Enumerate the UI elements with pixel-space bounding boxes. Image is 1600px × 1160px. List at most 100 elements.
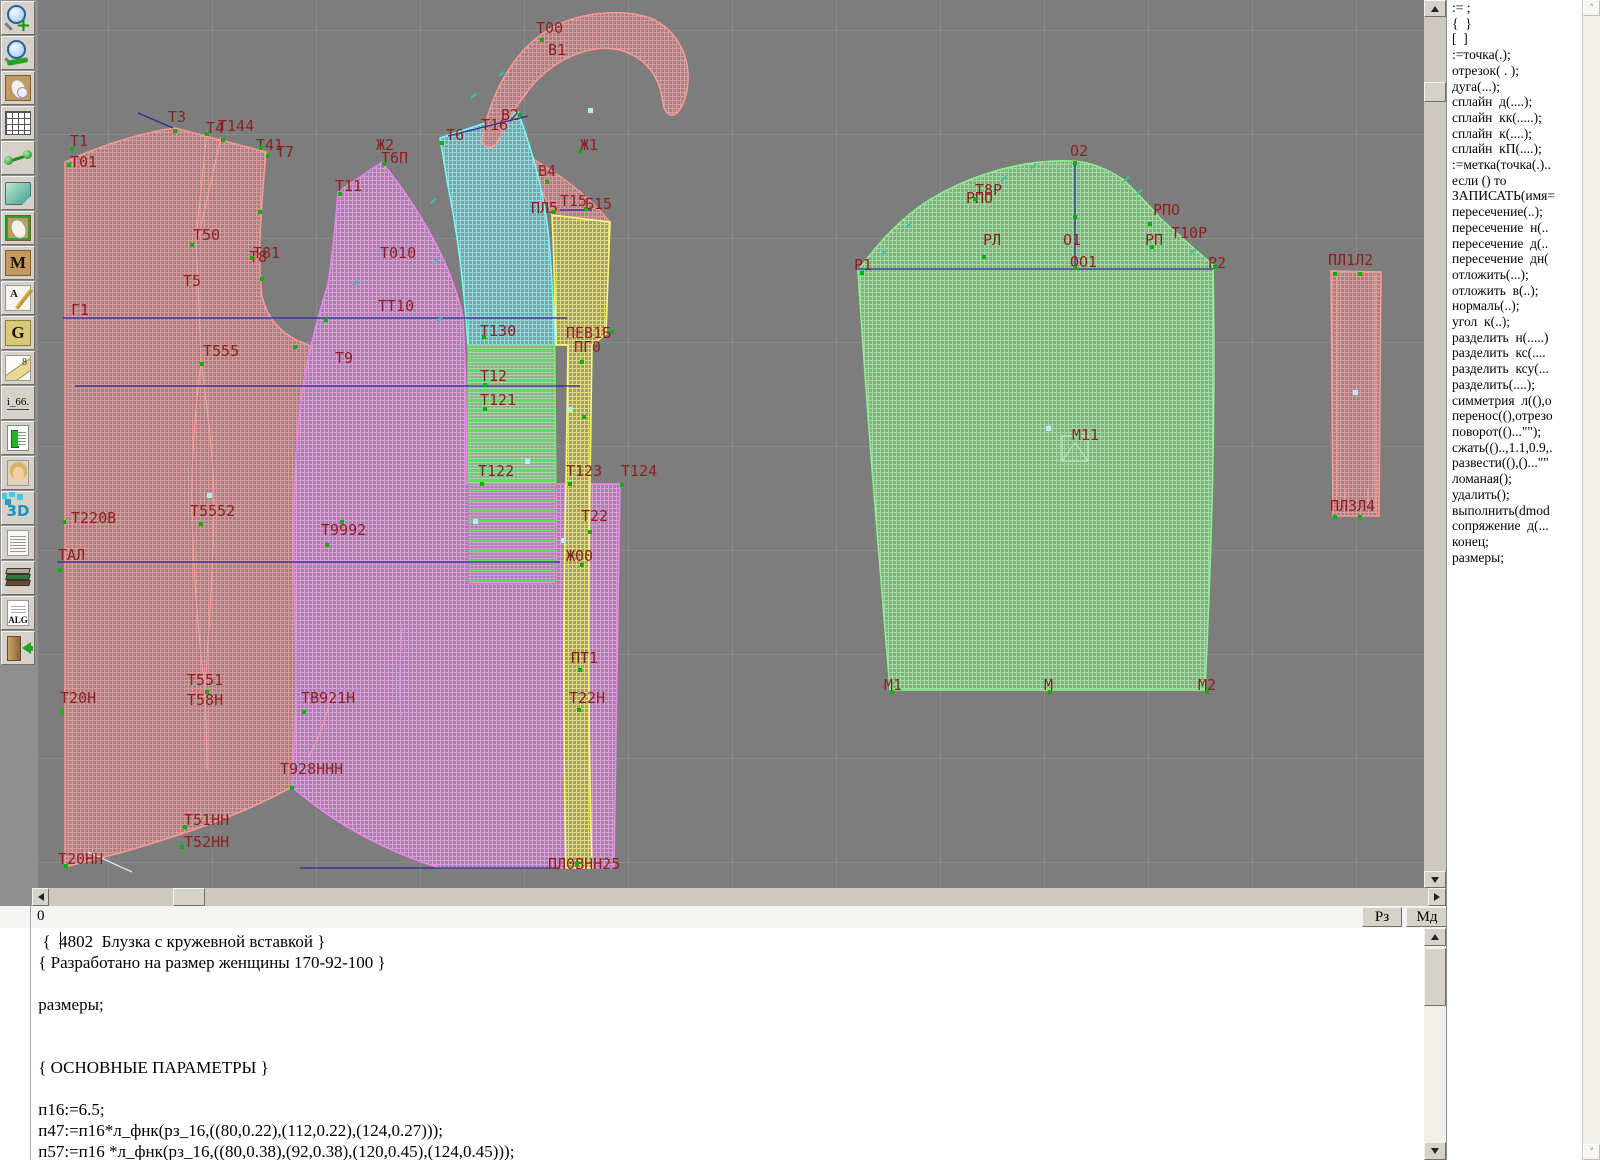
alg-button[interactable]: ALG [1,596,35,630]
grid-button[interactable] [1,106,35,140]
editor-scroll-up-button[interactable] [1424,928,1446,946]
arrow-down-icon [1431,877,1439,887]
editor-scroll-down-button[interactable] [1424,1142,1446,1160]
command-item[interactable]: перенос((),отрезо [1447,408,1582,424]
list-scroll-up-button[interactable]: ˄ [1583,0,1600,16]
command-item[interactable]: сплайн к(....); [1447,126,1582,142]
md-button[interactable]: Мд [1406,907,1448,927]
canvas-horizontal-scrollbar[interactable] [32,888,1446,906]
pattern-frame-button[interactable] [1,211,35,245]
editor-line: { Разработано на размер женщины 170-92-1… [34,952,386,973]
editor-line [34,973,38,994]
ruler-button[interactable]: 8 [1,351,35,385]
pattern-cad-window: + MAG8i_66. 3D ALG [0,0,1600,1160]
zoom-view-button[interactable] [1,36,35,70]
command-item[interactable]: отложить(...); [1447,267,1582,283]
scroll-up-button[interactable] [1424,0,1446,17]
editor-scroll-thumb[interactable] [1424,948,1446,1006]
command-item[interactable]: пересечение(..); [1447,204,1582,220]
threed-button[interactable]: 3D [1,491,35,525]
table-chart-button[interactable] [1,421,35,455]
chevron-down-icon: ˅ [1589,1146,1595,1159]
line-number: 0 [37,908,45,925]
editor-line [34,1036,38,1057]
command-item[interactable]: дуга(...); [1447,79,1582,95]
horizontal-scroll-thumb[interactable] [173,888,205,906]
editor-line [34,1015,38,1036]
command-item[interactable]: удалить(); [1447,487,1582,503]
drawing-canvas[interactable]: Т00В1Т3Т4Т144Т41Т7Т1Т01Ж2Т6ПТ6Т16В2Ж1Т11… [38,0,1424,888]
command-item[interactable]: отложить в(..); [1447,283,1582,299]
pattern-piece-sleeve[interactable] [858,161,1214,690]
command-list-panel: := ;{ }[ ]:=точка(.);отрезок( . );дуга(.… [1446,0,1582,1160]
command-item[interactable]: конец; [1447,534,1582,550]
command-item[interactable]: ломаная(); [1447,471,1582,487]
editor-line: п57:=п16 *л_фнк(рз_16,((80,0.38),(92,0.3… [34,1141,514,1160]
editor-line [34,1078,38,1099]
command-item[interactable]: размеры; [1447,550,1582,566]
command-item[interactable]: пересечение н(.. [1447,220,1582,236]
canvas-vertical-scrollbar[interactable] [1424,0,1446,888]
command-item[interactable]: если () то [1447,173,1582,189]
pattern-view-button[interactable] [1,71,35,105]
command-item[interactable]: нормаль(..); [1447,298,1582,314]
g-tool-button[interactable]: G [1,316,35,350]
arrow-up-icon [1431,2,1439,12]
drafting-tools-button[interactable]: A [1,281,35,315]
command-item[interactable]: :=точка(.); [1447,47,1582,63]
sheet-map-button[interactable] [1,176,35,210]
vertical-scroll-thumb[interactable] [1424,82,1446,102]
books-button[interactable] [1,561,35,595]
measure-button[interactable] [1,141,35,175]
pattern-piece-lace-band[interactable] [468,345,556,484]
command-item[interactable]: пересечение д(.. [1447,236,1582,252]
status-bar: 0 Рз Мд [0,906,1446,928]
command-item[interactable]: сплайн д(....); [1447,94,1582,110]
editor-line: размеры; [34,994,104,1015]
editor-scrollbar[interactable] [1424,928,1446,1160]
arrow-down-icon [1431,1148,1439,1158]
command-item[interactable]: ЗАПИСАТЬ(имя= [1447,188,1582,204]
command-item[interactable]: разделить кс(.... [1447,345,1582,361]
rz-button[interactable]: Рз [1362,907,1402,927]
command-item[interactable]: выполнить(dmod [1447,503,1582,519]
list-scroll-down-button[interactable]: ˅ [1583,1144,1600,1160]
command-list-scrollbar[interactable]: ˄ ˅ [1582,0,1600,1160]
command-item[interactable]: развести((),()..."" [1447,455,1582,471]
command-item[interactable]: :=метка(точка(.).. [1447,157,1582,173]
arrow-up-icon [1431,930,1439,940]
command-item[interactable]: угол к(..); [1447,314,1582,330]
command-item[interactable]: симметрия л((),о [1447,393,1582,409]
command-item[interactable]: := ; [1447,0,1582,16]
pattern-piece-bodice-back[interactable] [65,128,333,867]
command-item[interactable]: сопряжение д(... [1447,518,1582,534]
editor-line: п16:=6.5; [34,1099,105,1120]
command-item[interactable]: отрезок( . ); [1447,63,1582,79]
arrow-right-icon [1434,893,1444,901]
notes-button[interactable] [1,526,35,560]
command-item[interactable]: пересечение дн( [1447,251,1582,267]
command-item[interactable]: разделить н(.....) [1447,330,1582,346]
pattern-piece-strip[interactable] [1331,271,1381,516]
chevron-up-icon: ˄ [1589,2,1595,15]
toolbar: + MAG8i_66. 3D ALG [0,0,38,908]
program-editor[interactable]: { 4802 Блузка с кружевной вставкой } { Р… [0,928,1424,1160]
arrow-left-icon [34,893,44,901]
command-item[interactable]: поворот(()...""); [1447,424,1582,440]
scroll-down-button[interactable] [1424,871,1446,888]
scroll-left-button[interactable] [32,888,49,906]
command-item[interactable]: разделить(....); [1447,377,1582,393]
i66-button[interactable]: i_66. [1,386,35,420]
pattern-piece-lace-band-lower[interactable] [468,484,556,584]
command-item[interactable]: { } [1447,16,1582,32]
command-item[interactable]: [ ] [1447,31,1582,47]
zoom-in-button[interactable]: + [1,1,35,35]
command-item[interactable]: сжать(()..,1.1,0.9,. [1447,440,1582,456]
scroll-right-button[interactable] [1428,888,1446,906]
command-item[interactable]: сплайн кП(....); [1447,141,1582,157]
exit-button[interactable] [1,631,35,665]
command-item[interactable]: сплайн кк(.....); [1447,110,1582,126]
portrait-button[interactable] [1,456,35,490]
command-item[interactable]: разделить ксу(... [1447,361,1582,377]
m-tool-button[interactable]: M [1,246,35,280]
